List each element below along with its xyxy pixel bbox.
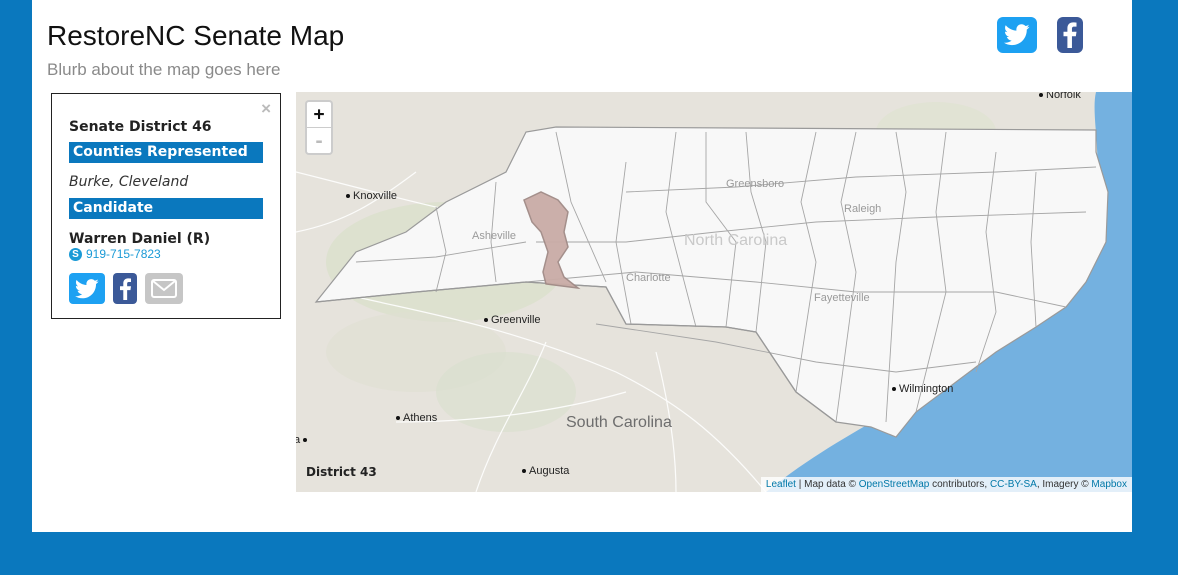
candidate-heading: Candidate: [69, 198, 263, 219]
page-blurb: Blurb about the map goes here: [47, 60, 281, 79]
twitter-icon: [75, 278, 99, 298]
senate-district-map[interactable]: + - Norfolk Knoxville Greenville Athens …: [296, 92, 1132, 492]
candidate-email-button[interactable]: [145, 273, 183, 304]
district-info-panel: × Senate District 46 Counties Represente…: [51, 93, 281, 319]
facebook-icon: [1063, 22, 1077, 48]
map-attribution: Leaflet | Map data © OpenStreetMap contr…: [760, 477, 1132, 492]
page-title: RestoreNC Senate Map: [47, 20, 345, 51]
city-dot: [892, 387, 896, 392]
leaflet-link[interactable]: Leaflet: [766, 479, 796, 490]
city-label-greensboro: Greensboro: [726, 178, 785, 190]
page-card: RestoreNC Senate Map Blurb about the map…: [32, 0, 1132, 532]
counties-heading: Counties Represented: [69, 142, 263, 163]
city-label-asheville: Asheville: [472, 230, 517, 242]
candidate-facebook-button[interactable]: [113, 273, 137, 304]
state-label-south-carolina: South Carolina: [566, 414, 672, 431]
mail-icon: [151, 279, 177, 298]
zoom-in-button[interactable]: +: [307, 102, 331, 128]
zoom-control: + -: [305, 100, 333, 155]
city-label-charlotte: Charlotte: [626, 272, 671, 284]
city-label-greenville: Greenville: [484, 314, 541, 326]
state-label-north-carolina: North Carolina: [684, 232, 788, 249]
skype-icon: S: [69, 247, 82, 261]
city-label-augusta: Augusta: [522, 465, 569, 477]
osm-link[interactable]: OpenStreetMap: [859, 479, 930, 490]
city-dot: [522, 469, 526, 474]
city-dot: [346, 194, 350, 199]
city-label-raleigh: Raleigh: [844, 203, 882, 215]
candidate-twitter-button[interactable]: [69, 273, 105, 304]
zoom-out-button[interactable]: -: [307, 128, 331, 154]
city-label-partial: a: [296, 434, 310, 446]
city-label-knoxville: Knoxville: [346, 190, 397, 202]
city-dot: [396, 416, 400, 421]
twitter-icon: [1004, 24, 1030, 46]
district-title: Senate District 46: [69, 119, 212, 135]
facebook-share-button[interactable]: [1057, 17, 1083, 53]
close-icon[interactable]: ×: [261, 99, 271, 119]
city-dot: [303, 438, 308, 443]
twitter-share-button[interactable]: [997, 17, 1037, 53]
phone-link[interactable]: S 919-715-7823: [69, 247, 161, 261]
license-link[interactable]: CC-BY-SA: [990, 479, 1037, 490]
city-label-wilmington: Wilmington: [892, 383, 953, 395]
counties-list: Burke, Cleveland: [69, 174, 189, 190]
city-label-athens: Athens: [396, 412, 437, 424]
mapbox-link[interactable]: Mapbox: [1091, 479, 1127, 490]
hover-district-label: District 43: [306, 465, 377, 479]
map-canvas[interactable]: [296, 92, 1132, 492]
city-label-fayetteville: Fayetteville: [814, 292, 870, 304]
city-label-norfolk: Norfolk: [1039, 92, 1081, 101]
phone-number: 919-715-7823: [86, 247, 161, 261]
facebook-icon: [119, 277, 131, 300]
city-dot: [1039, 93, 1043, 98]
candidate-name: Warren Daniel (R): [69, 231, 211, 247]
city-dot: [484, 318, 488, 323]
